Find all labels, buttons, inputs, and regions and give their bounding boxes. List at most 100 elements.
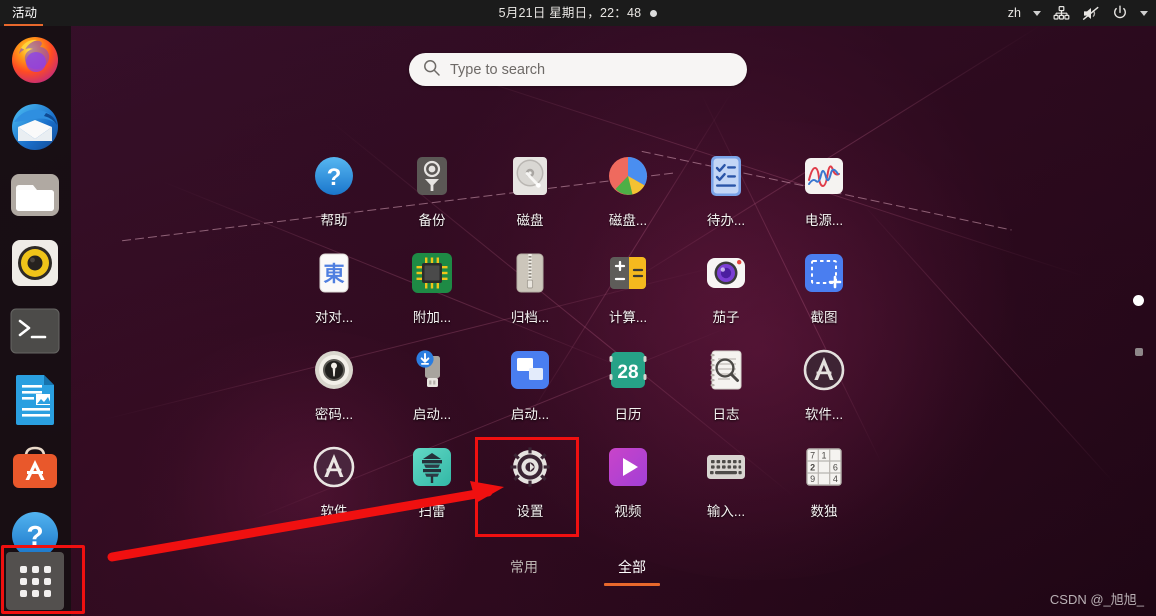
screenshot-icon: [800, 249, 848, 297]
app-item-calendar[interactable]: 28 日历: [579, 342, 677, 439]
mahjongg-icon: 東: [310, 249, 358, 297]
mines-icon: [408, 443, 456, 491]
tab-all[interactable]: 全部: [602, 553, 662, 586]
disk-usage-analyzer-icon: [604, 152, 652, 200]
search-placeholder-text: Type to search: [450, 61, 546, 78]
dock-item-libreoffice-writer[interactable]: [8, 372, 62, 426]
activities-active-underline: [4, 24, 44, 26]
dock-item-firefox[interactable]: [8, 32, 62, 86]
startup-applications-icon: [506, 346, 554, 394]
app-item-passwords-keys[interactable]: 密码...: [285, 342, 383, 439]
app-label: 归档...: [510, 310, 550, 325]
startup-disk-creator-icon: [408, 346, 456, 394]
top-bar: 活动 5月21日 星期日，22：48 zh: [0, 0, 1156, 26]
videos-icon: [604, 443, 652, 491]
calendar-icon: 28: [604, 346, 652, 394]
software-updater-icon: [800, 346, 848, 394]
dock-item-terminal[interactable]: [8, 304, 62, 358]
app-item-logs[interactable]: 日志: [677, 342, 775, 439]
svg-text:?: ?: [327, 164, 342, 191]
logs-icon: [702, 346, 750, 394]
app-item-startup-disk-creator[interactable]: 启动...: [383, 342, 481, 439]
sudoku-digit: 6: [833, 462, 838, 472]
app-item-calculator[interactable]: 计算...: [579, 245, 677, 342]
rhythmbox-speaker-icon: [12, 240, 58, 286]
app-label: 待办...: [706, 213, 746, 228]
sudoku-icon: 7 1 2 6 9 4: [800, 443, 848, 491]
app-item-power-statistics[interactable]: 电源...: [775, 148, 873, 245]
app-label: 日志: [712, 407, 740, 422]
app-grid-tabs: 常用 全部: [0, 553, 1156, 586]
language-chevron-down-icon: [1033, 10, 1041, 16]
search-icon: [423, 59, 440, 81]
app-label: 磁盘: [516, 213, 544, 228]
sudoku-digit: 2: [810, 462, 815, 472]
dock: ?: [0, 26, 71, 616]
thunderbird-icon: [12, 104, 58, 150]
app-item-disks[interactable]: 磁盘: [481, 148, 579, 245]
app-item-mines[interactable]: 扫雷: [383, 439, 481, 536]
svg-text:東: 東: [324, 262, 345, 286]
app-label: 软件...: [804, 407, 844, 422]
app-item-screenshot[interactable]: 截图: [775, 245, 873, 342]
app-item-software[interactable]: 软件: [285, 439, 383, 536]
app-item-archive-manager[interactable]: 归档...: [481, 245, 579, 342]
app-item-todo[interactable]: 待办...: [677, 148, 775, 245]
software-icon: [310, 443, 358, 491]
app-item-videos[interactable]: 视频: [579, 439, 677, 536]
app-label: 扫雷: [418, 504, 446, 519]
app-item-mahjongg[interactable]: 東 对对...: [285, 245, 383, 342]
app-item-cheese[interactable]: 茄子: [677, 245, 775, 342]
dock-item-thunderbird[interactable]: [8, 100, 62, 154]
app-label: 日历: [614, 407, 642, 422]
search-input[interactable]: Type to search: [409, 53, 747, 86]
dock-item-rhythmbox[interactable]: [8, 236, 62, 290]
calculator-icon: [604, 249, 652, 297]
input-method-keyboard-icon: [702, 443, 750, 491]
page-indicator: [1133, 295, 1144, 356]
application-grid: ? 帮助 备份 磁盘 磁盘... 待办... 电源... 東 对对... 附加.…: [285, 148, 873, 536]
show-applications-button[interactable]: [6, 552, 64, 610]
app-label: 密码...: [314, 407, 354, 422]
archive-manager-icon: [506, 249, 554, 297]
app-label: 附加...: [412, 310, 452, 325]
app-label: 计算...: [608, 310, 648, 325]
watermark: CSDN @_旭旭_: [1049, 592, 1144, 607]
todo-icon: [702, 152, 750, 200]
tab-label: 常用: [510, 559, 538, 575]
app-item-sudoku[interactable]: 7 1 2 6 9 4 数独: [775, 439, 873, 536]
power-statistics-icon: [800, 152, 848, 200]
app-label: 对对...: [314, 310, 354, 325]
app-grid-dots-icon: [19, 565, 51, 597]
dock-item-ubuntu-software[interactable]: [8, 440, 62, 494]
network-icon: [1053, 5, 1070, 21]
dock-item-files[interactable]: [8, 168, 62, 222]
app-label: 茄子: [712, 310, 740, 325]
app-item-help[interactable]: ? 帮助: [285, 148, 383, 245]
app-item-startup-applications[interactable]: 启动...: [481, 342, 579, 439]
page-dot-1[interactable]: [1133, 295, 1144, 306]
status-chevron-down-icon: [1140, 10, 1148, 16]
clock-button[interactable]: 5月21日 星期日，22：48: [0, 0, 1156, 26]
help-icon: ?: [310, 152, 358, 200]
tab-active-underline: [604, 583, 660, 586]
app-item-additional-drivers[interactable]: 附加...: [383, 245, 481, 342]
additional-drivers-icon: [408, 249, 456, 297]
settings-icon: [506, 443, 554, 491]
app-item-backup[interactable]: 备份: [383, 148, 481, 245]
app-item-settings[interactable]: 设置: [481, 439, 579, 536]
system-status-menu[interactable]: zh: [1008, 0, 1148, 26]
app-label: 数独: [810, 504, 838, 519]
activities-button[interactable]: 活动: [0, 0, 47, 26]
page-dot-2[interactable]: [1134, 348, 1143, 356]
tab-frequent[interactable]: 常用: [494, 553, 554, 586]
app-item-software-updater[interactable]: 软件...: [775, 342, 873, 439]
app-item-disk-usage-analyzer[interactable]: 磁盘...: [579, 148, 677, 245]
files-folder-icon: [11, 174, 59, 216]
notification-dot-icon: [650, 10, 658, 18]
cheese-icon: [702, 249, 750, 297]
sudoku-digit: 4: [833, 474, 838, 484]
app-label: 截图: [810, 310, 838, 325]
tab-label: 全部: [618, 559, 646, 575]
app-item-input-method[interactable]: 输入...: [677, 439, 775, 536]
